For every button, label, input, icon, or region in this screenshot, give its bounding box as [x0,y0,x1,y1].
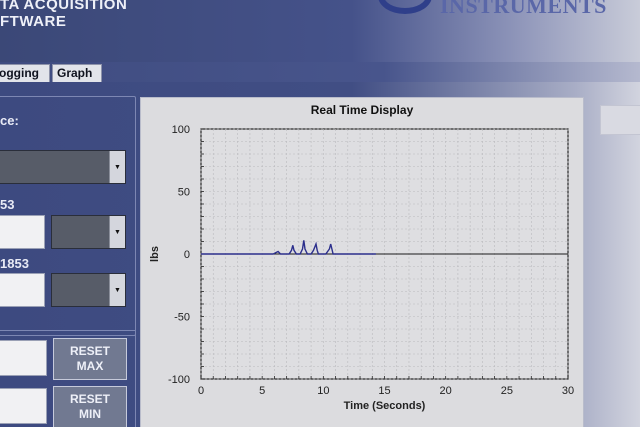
x-tick-label: 5 [259,385,265,397]
real-time-chart: 0 5 10 15 20 25 30 100 50 0 -50 -100 Time (Seconds) l… [149,124,574,412]
tab-graph[interactable]: Graph [52,64,102,82]
channel2-unit-select[interactable]: ▼ [51,273,126,307]
channel1-label: 53 [0,197,15,212]
tab-bar: ogging Graph [0,62,640,82]
chevron-down-icon[interactable]: ▼ [109,216,125,248]
max-value-field [0,340,47,376]
source-label: ce: [0,113,19,128]
app-header: TA ACQUISITION FTWARE INSTRUMENTS [0,0,640,62]
x-tick-label: 10 [317,385,329,397]
x-axis-label: Time (Seconds) [344,400,426,412]
source-select[interactable]: ▼ [0,150,126,184]
reset-max-button[interactable]: RESET MAX [53,338,127,380]
app-title: TA ACQUISITION FTWARE [0,0,128,30]
x-tick-label: 20 [440,385,452,397]
x-tick-label: 0 [198,385,204,397]
brand-logo-icon [378,0,432,14]
x-tick-label: 25 [501,385,513,397]
x-tick-label: 15 [378,385,390,397]
brand-name: INSTRUMENTS [440,0,607,18]
min-value-field [0,388,47,424]
y-tick-label: 50 [178,187,190,199]
y-tick-label: 100 [172,124,190,136]
channel1-unit-select[interactable]: ▼ [51,215,126,249]
y-axis-label: lbs [149,246,161,262]
channel2-label: 1853 [0,256,29,271]
chevron-down-icon[interactable]: ▼ [109,151,125,183]
channel2-value-field[interactable] [0,273,45,307]
y-tick-label: -100 [168,374,190,386]
x-tick-label: 30 [562,385,574,397]
tab-logging[interactable]: ogging [0,64,50,82]
y-tick-label: -50 [174,312,190,324]
y-tick-label: 0 [184,249,190,261]
chevron-down-icon[interactable]: ▼ [109,274,125,306]
reset-min-button[interactable]: RESET MIN [53,386,127,427]
channel1-value-field[interactable] [0,215,45,249]
side-field [600,105,640,135]
